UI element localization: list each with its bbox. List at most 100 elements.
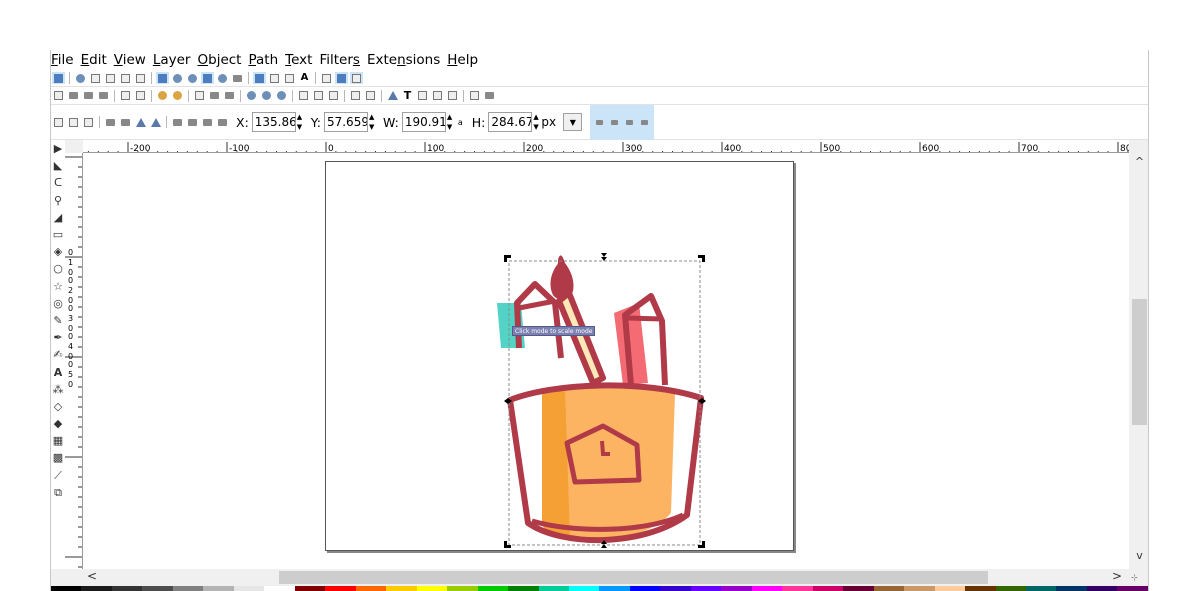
palette-swatch[interactable] [264,586,295,591]
new-document-icon[interactable] [52,90,65,102]
palette-swatch[interactable] [477,586,509,591]
palette-swatch[interactable] [1117,586,1148,591]
drawing-canvas[interactable]: Click mode to scale mode [83,153,1129,569]
chevron-right-icon[interactable]: > [1112,569,1122,583]
vertical-scroll-thumb[interactable] [1132,299,1147,425]
unlink-clone-icon[interactable] [327,90,340,102]
artwork[interactable] [83,153,1129,569]
lock-proportions-icon[interactable]: a [458,118,463,127]
palette-swatch[interactable] [172,586,204,591]
w-spinbox[interactable]: ▲▼ [401,112,455,132]
layers-icon[interactable] [416,90,429,102]
w-input[interactable] [401,112,446,132]
flip-horizontal-icon[interactable] [134,116,147,128]
spray-tool-icon[interactable]: ⁂ [51,381,65,398]
segment-line-icon[interactable] [216,72,229,84]
y-spin-arrows[interactable]: ▲ ▼ [369,112,377,132]
y-input[interactable] [323,112,368,132]
palette-swatch[interactable] [51,586,82,591]
stroke-to-path-icon[interactable] [268,72,281,84]
path-effect-icon[interactable] [283,72,296,84]
clone-icon[interactable] [312,90,325,102]
x-spinbox[interactable]: ▲▼ [251,112,305,132]
undo-icon[interactable] [156,90,169,102]
3d-box-tool-icon[interactable]: ◈ [51,243,65,260]
selector-tool-icon[interactable]: ▶ [51,140,65,157]
menu-item-9[interactable]: Help [447,52,478,68]
segment-curve-icon[interactable] [231,72,244,84]
transform-gradients-icon[interactable] [623,116,636,128]
pen-tool-icon[interactable]: ✒ [51,329,65,346]
select-all-layers-icon[interactable] [67,116,80,128]
menu-item-0[interactable]: File [51,52,74,68]
h-spin-arrows[interactable]: ▲ ▼ [533,112,541,132]
y-spinbox[interactable]: ▲▼ [323,112,377,132]
chevron-down-icon[interactable]: ▼ [563,113,583,131]
print-icon[interactable] [97,90,110,102]
vertical-ruler[interactable]: 010020030040050 [65,153,83,569]
align-distribute-icon[interactable] [446,90,459,102]
palette-swatch[interactable] [782,586,813,591]
text-tool-icon[interactable]: A [51,363,65,380]
scale-stroke-icon[interactable] [593,116,606,128]
palette-swatch[interactable] [1026,586,1057,591]
zoom-tool-icon[interactable]: ⚲ [51,192,65,209]
tweak-tool-icon[interactable]: ᑕ [51,174,65,191]
rectangle-tool-icon[interactable]: ▭ [51,226,65,243]
palette-swatch[interactable] [1056,586,1087,591]
palette-swatch[interactable] [355,586,387,591]
rotate-cw-icon[interactable] [119,116,132,128]
preferences-icon[interactable] [483,90,496,102]
palette-swatch[interactable] [904,586,935,591]
redo-icon[interactable] [171,90,184,102]
w-spin-arrows[interactable]: ▲ ▼ [447,112,455,132]
palette-swatch[interactable] [873,586,905,591]
horizontal-ruler[interactable]: -200 -100 0 100 200 300 400 500 600 700 80 [83,140,1129,153]
calligraphy-tool-icon[interactable]: ✍ [51,346,65,363]
transform-patterns-icon[interactable] [638,116,651,128]
vertical-scrollbar[interactable]: ^ v [1129,153,1148,569]
palette-swatch[interactable] [111,586,143,591]
delete-node-icon[interactable] [89,72,102,84]
zoom-drawing-icon[interactable] [260,90,273,102]
palette-swatch[interactable] [965,586,996,591]
show-outline-icon[interactable] [350,72,363,84]
deselect-icon[interactable] [82,116,95,128]
dropper-tool-icon[interactable]: ⟋ [51,467,65,484]
menu-item-5[interactable]: Path [248,52,278,68]
palette-swatch[interactable] [843,586,874,591]
cut-icon[interactable] [208,90,221,102]
palette-swatch[interactable] [538,586,569,591]
join-nodes-icon[interactable] [104,72,117,84]
color-palette[interactable] [51,586,1148,591]
palette-swatch[interactable] [416,586,448,591]
join-segment-icon[interactable] [134,72,147,84]
copy-icon[interactable] [193,90,206,102]
import-icon[interactable] [119,90,132,102]
chevron-down-icon[interactable]: v [1129,549,1148,562]
text-object-icon[interactable]: A [298,72,311,84]
horizontal-scroll-thumb[interactable] [279,571,988,584]
connector-tool-icon[interactable]: ⧉ [51,484,65,501]
spiral-tool-icon[interactable]: ◎ [51,295,65,312]
palette-swatch[interactable] [568,586,600,591]
palette-swatch[interactable] [812,586,844,591]
palette-swatch[interactable] [203,586,234,591]
menu-item-2[interactable]: View [114,52,146,68]
flip-vertical-icon[interactable] [149,116,162,128]
save-document-icon[interactable] [82,90,95,102]
node-cusp-icon[interactable] [156,72,169,84]
show-grid-icon[interactable] [335,72,348,84]
fill-stroke-icon[interactable] [386,90,399,102]
palette-swatch[interactable] [629,586,661,591]
palette-swatch[interactable] [142,586,173,591]
duplicate-icon[interactable] [297,90,310,102]
zoom-page-icon[interactable] [275,90,288,102]
node-edit-tool-icon[interactable]: ◣ [51,157,65,174]
chevron-left-icon[interactable]: < [87,569,97,583]
xml-editor-icon[interactable] [431,90,444,102]
palette-swatch[interactable] [325,586,356,591]
x-input[interactable] [251,112,296,132]
select-all-icon[interactable] [52,116,65,128]
horizontal-scrollbar[interactable]: < > [83,569,1129,585]
